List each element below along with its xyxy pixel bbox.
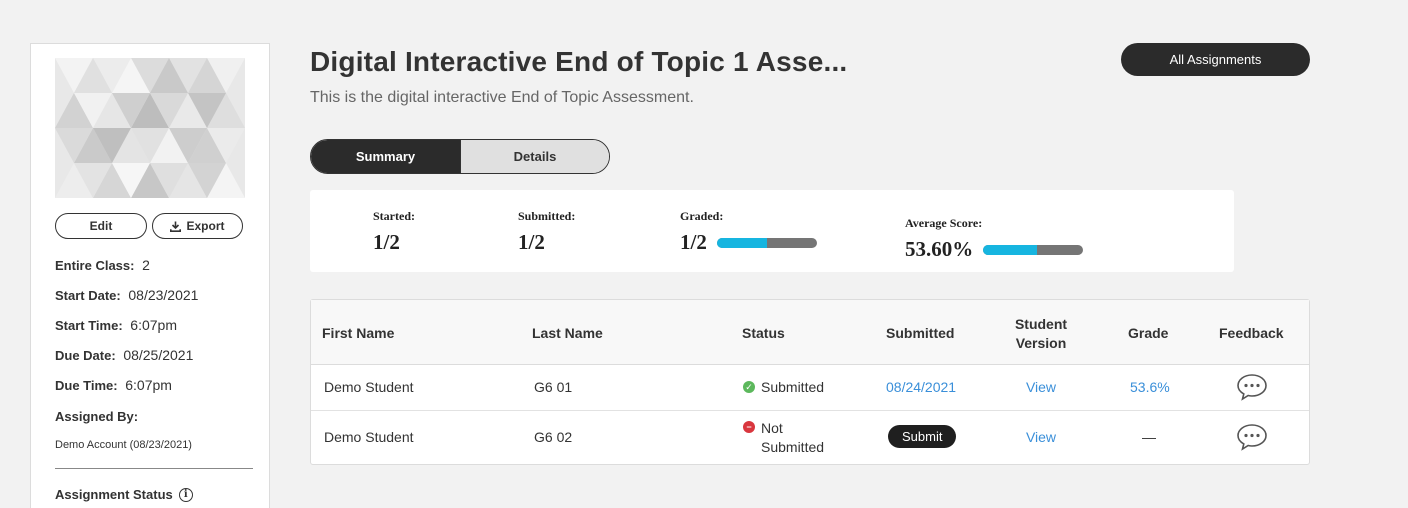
average-score-value: 53.60%	[905, 237, 974, 261]
start-time-label: Start Time:	[55, 318, 123, 333]
start-time-value: 6:07pm	[130, 317, 177, 333]
row-status: − Not Submitted	[743, 419, 824, 457]
feedback-icon[interactable]	[1236, 423, 1268, 454]
page-subtitle: This is the digital interactive End of T…	[310, 89, 694, 106]
all-assignments-button[interactable]: All Assignments	[1121, 43, 1310, 76]
table-row: Demo Student G6 02 − Not Submitted Submi…	[311, 411, 1309, 465]
export-button-label: Export	[186, 219, 225, 233]
row-status-text-line1: Not	[761, 420, 783, 436]
students-table: First Name Last Name Status Submitted St…	[310, 299, 1310, 465]
graded-label: Graded:	[680, 209, 724, 223]
tab-summary[interactable]: Summary	[311, 140, 460, 173]
assignment-status-label: Assignment Status	[55, 487, 173, 502]
due-time-label: Due Time:	[55, 378, 118, 393]
header-last-name[interactable]: Last Name	[532, 325, 603, 341]
row-submit-cell: Submit	[888, 425, 957, 448]
row-first-name: Demo Student	[324, 379, 414, 395]
average-score-fill	[983, 244, 1037, 255]
row-last-name: G6 01	[534, 379, 573, 395]
stat-started: Started: 1/2	[373, 209, 415, 255]
edit-button[interactable]: Edit	[55, 213, 147, 239]
assigned-by-row: Assigned By:	[55, 409, 142, 424]
row-first-name: Demo Student	[324, 429, 414, 445]
row-view-link[interactable]: View	[1001, 379, 1081, 395]
submit-button[interactable]: Submit	[888, 425, 957, 448]
view-tabs: Summary Details	[310, 139, 610, 174]
entire-class-row: Entire Class: 2	[55, 257, 150, 273]
row-view-link[interactable]: View	[1001, 429, 1081, 445]
assignment-sidebar: Edit Export Entire Class: 2 Start Date: …	[30, 43, 270, 508]
edit-button-label: Edit	[89, 219, 113, 233]
tab-details[interactable]: Details	[460, 140, 609, 173]
row-status-text: Submitted	[761, 379, 825, 395]
header-grade[interactable]: Grade	[1128, 325, 1168, 341]
check-circle-icon: ✓	[743, 381, 755, 393]
page-title: Digital Interactive End of Topic 1 Asse.…	[310, 46, 848, 77]
start-date-row: Start Date: 08/23/2021	[55, 287, 198, 303]
submitted-label: Submitted:	[518, 209, 576, 223]
started-value: 1/2	[373, 230, 400, 254]
sidebar-divider	[55, 468, 253, 469]
due-date-value: 08/25/2021	[123, 347, 194, 363]
export-button[interactable]: Export	[152, 213, 243, 239]
header-first-name[interactable]: First Name	[322, 325, 394, 341]
assigned-by-label: Assigned By:	[55, 409, 139, 424]
stat-average-score: Average Score: 53.60%	[905, 216, 1084, 262]
stat-submitted: Submitted: 1/2	[518, 209, 575, 255]
due-time-row: Due Time: 6:07pm	[55, 377, 172, 393]
due-time-value: 6:07pm	[125, 377, 172, 393]
feedback-icon[interactable]	[1236, 373, 1268, 404]
graded-value: 1/2	[680, 230, 707, 254]
row-grade-empty: —	[1142, 429, 1156, 445]
header-student-version-line1: Student	[1014, 316, 1068, 332]
due-date-label: Due Date:	[55, 348, 116, 363]
table-row: Demo Student G6 01 ✓ Submitted 08/24/202…	[311, 365, 1309, 411]
all-assignments-label: All Assignments	[1169, 52, 1262, 67]
graded-progress-bar	[716, 237, 817, 248]
header-student-version[interactable]: Student Version	[1001, 315, 1081, 353]
header-status[interactable]: Status	[742, 325, 785, 341]
row-status: ✓ Submitted	[743, 379, 824, 395]
stat-graded: Graded: 1/2	[680, 209, 817, 255]
info-icon[interactable]: i	[178, 487, 193, 502]
start-time-row: Start Time: 6:07pm	[55, 317, 177, 333]
start-date-value: 08/23/2021	[128, 287, 199, 303]
graded-progress-fill	[716, 237, 767, 248]
header-submitted[interactable]: Submitted	[886, 325, 954, 341]
summary-stats-card: Started: 1/2 Submitted: 1/2 Graded: 1/2 …	[310, 190, 1234, 272]
assignment-thumbnail	[55, 58, 245, 198]
start-date-label: Start Date:	[55, 288, 121, 303]
row-status-text-line2: Submitted	[761, 439, 825, 455]
average-score-label: Average Score:	[905, 216, 983, 230]
entire-class-label: Entire Class:	[55, 258, 135, 273]
row-grade-link[interactable]: 53.6%	[1130, 379, 1170, 395]
submitted-value: 1/2	[518, 230, 545, 254]
header-feedback: Feedback	[1219, 325, 1284, 341]
assigned-by-value: Demo Account (08/23/2021)	[55, 439, 192, 451]
row-last-name: G6 02	[534, 429, 573, 445]
started-label: Started:	[373, 209, 415, 223]
minus-circle-icon: −	[743, 421, 755, 433]
header-student-version-line2: Version	[1015, 335, 1067, 351]
assignment-status-heading: Assignment Status i	[55, 487, 193, 502]
entire-class-value: 2	[142, 257, 150, 273]
average-score-bar	[983, 244, 1084, 255]
due-date-row: Due Date: 08/25/2021	[55, 347, 193, 363]
download-icon	[170, 221, 182, 232]
table-header: First Name Last Name Status Submitted St…	[311, 300, 1309, 365]
triangle-pattern-image	[55, 58, 245, 198]
row-submitted-date-link[interactable]: 08/24/2021	[886, 379, 956, 395]
